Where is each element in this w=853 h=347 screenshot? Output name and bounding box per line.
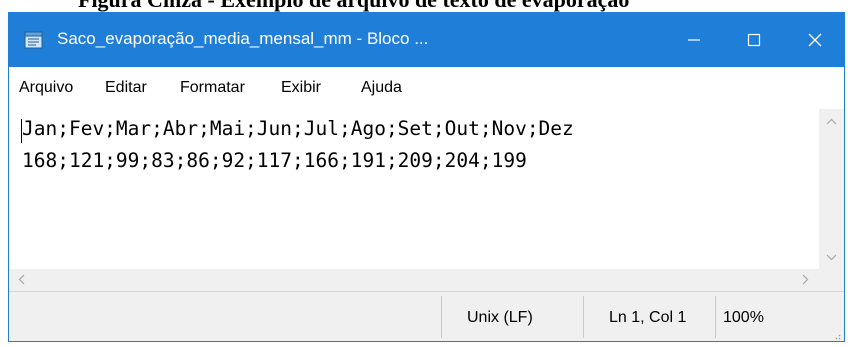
scrollbar-corner: [819, 269, 844, 291]
text-line: 168;121;99;83;86;92;117;166;191;209;204;…: [22, 149, 527, 172]
menu-editar[interactable]: Editar: [105, 79, 147, 97]
vertical-scrollbar[interactable]: [819, 109, 844, 269]
scroll-up-icon[interactable]: [826, 115, 837, 127]
horizontal-scrollbar[interactable]: [9, 269, 819, 291]
status-divider: [583, 296, 584, 338]
scroll-right-icon[interactable]: [802, 274, 809, 287]
minimize-button[interactable]: [665, 13, 723, 67]
status-divider: [441, 296, 442, 338]
status-bar: Unix (LF) Ln 1, Col 1 100%: [9, 291, 844, 341]
menu-formatar[interactable]: Formatar: [180, 79, 245, 97]
window-title: Saco_evaporação_media_mensal_mm - Bloco …: [57, 29, 429, 48]
maximize-button[interactable]: [725, 13, 783, 67]
title-bar[interactable]: Saco_evaporação_media_mensal_mm - Bloco …: [9, 13, 844, 67]
text-line: Jan;Fev;Mar;Abr;Mai;Jun;Jul;Ago;Set;Out;…: [22, 117, 574, 140]
zoom-status: 100%: [723, 309, 764, 326]
resize-grip-icon[interactable]: [832, 330, 841, 341]
close-icon: [808, 33, 822, 47]
maximize-icon: [747, 33, 761, 47]
text-editor[interactable]: Jan;Fev;Mar;Abr;Mai;Jun;Jul;Ago;Set;Out;…: [9, 109, 819, 269]
minimize-icon: [688, 39, 700, 41]
scroll-down-icon[interactable]: [826, 251, 837, 263]
menu-ajuda[interactable]: Ajuda: [361, 79, 402, 97]
menu-arquivo[interactable]: Arquivo: [19, 79, 73, 97]
menu-bar: Arquivo Editar Formatar Exibir Ajuda: [9, 67, 844, 109]
close-button[interactable]: [786, 13, 844, 67]
menu-exibir[interactable]: Exibir: [281, 79, 321, 97]
scroll-left-icon[interactable]: [18, 274, 25, 287]
status-divider: [715, 296, 716, 338]
line-ending-status: Unix (LF): [467, 309, 533, 326]
notepad-icon: [23, 30, 45, 50]
notepad-window: Saco_evaporação_media_mensal_mm - Bloco …: [8, 12, 845, 342]
cursor-position-status: Ln 1, Col 1: [609, 309, 687, 326]
